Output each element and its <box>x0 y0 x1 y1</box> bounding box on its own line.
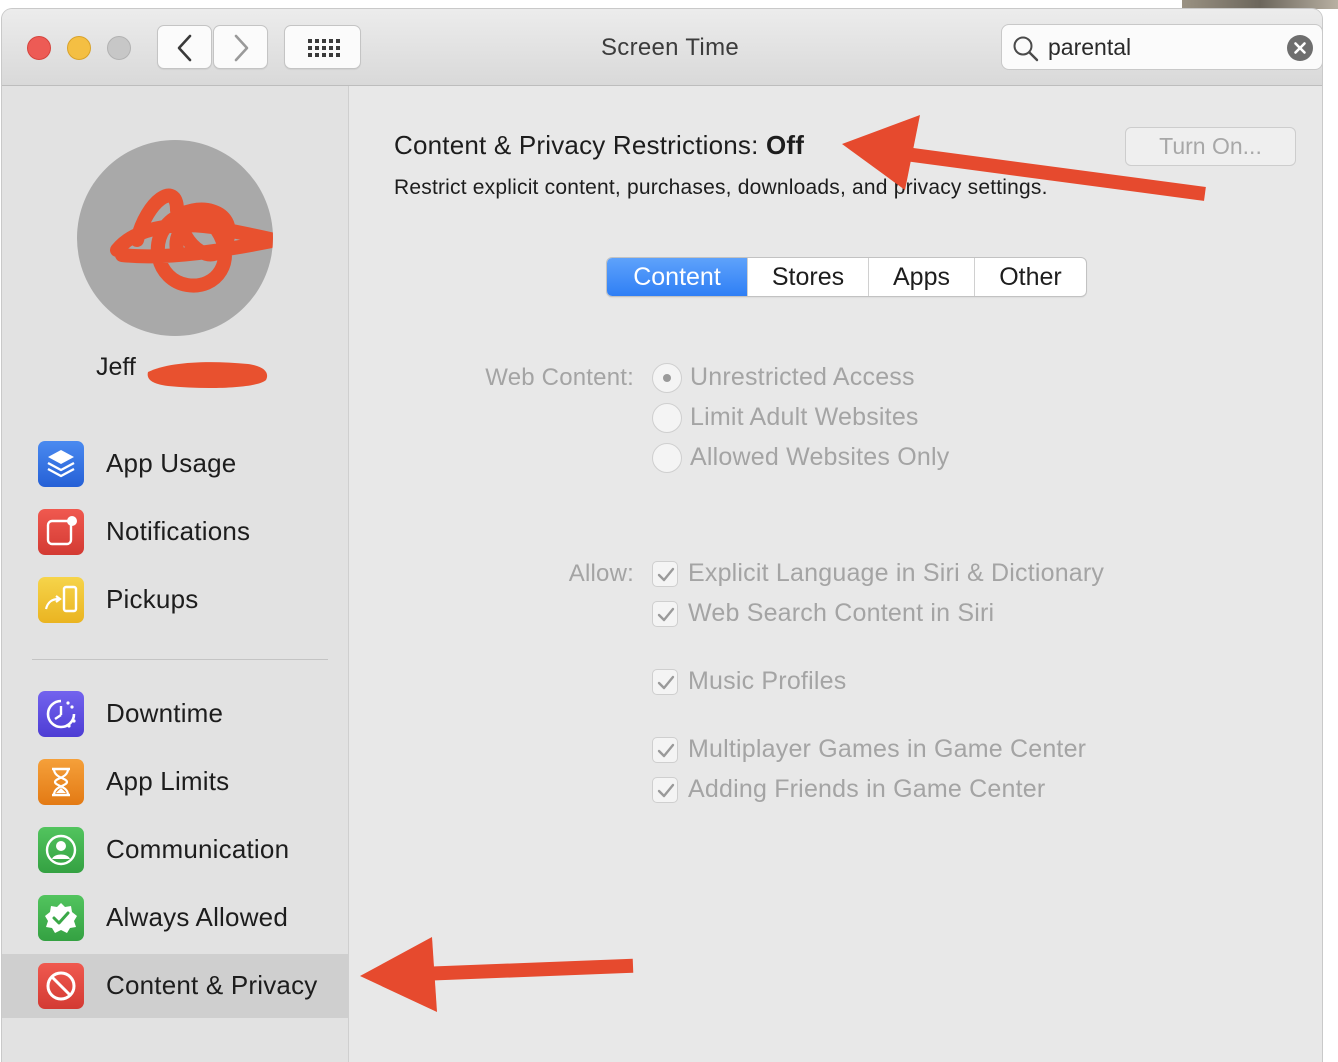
background-photo-corner <box>1182 0 1338 9</box>
avatar[interactable] <box>77 140 273 336</box>
radio-label: Allowed Websites Only <box>690 443 950 471</box>
sidebar-item-label: App Limits <box>106 766 230 796</box>
tab-apps[interactable]: Apps <box>868 258 974 296</box>
content-tabs: Content Stores Apps Other <box>606 257 1087 297</box>
search-icon <box>1013 36 1039 62</box>
sidebar-item-content-privacy[interactable]: Content & Privacy <box>2 954 348 1018</box>
sidebar: Jeff App Usage Notifications Pickups Dow… <box>2 86 349 1062</box>
checkbox-label: Music Profiles <box>688 667 847 695</box>
checkbox-label: Explicit Language in Siri & Dictionary <box>688 559 1105 587</box>
person-circle-icon <box>38 827 84 873</box>
pickup-phone-icon <box>38 577 84 623</box>
restrictions-description: Restrict explicit content, purchases, do… <box>394 176 1048 199</box>
hourglass-icon <box>38 759 84 805</box>
radio-label: Limit Adult Websites <box>690 403 919 431</box>
user-name: Jeff <box>96 353 136 381</box>
checkbox-label: Web Search Content in Siri <box>688 599 995 627</box>
web-content-label: Web Content: <box>485 364 634 391</box>
restrictions-heading-label: Content & Privacy Restrictions: <box>394 130 766 160</box>
checkbox[interactable] <box>652 561 678 587</box>
sidebar-divider <box>32 659 328 660</box>
tab-other[interactable]: Other <box>974 258 1086 296</box>
sidebar-item-label: App Usage <box>106 448 237 478</box>
restrictions-status: Off <box>765 130 805 160</box>
sidebar-item-label: Pickups <box>106 584 199 614</box>
tab-content[interactable]: Content <box>607 258 747 296</box>
sidebar-item-always-allowed[interactable]: Always Allowed <box>2 886 348 950</box>
search-input[interactable]: parental <box>1048 34 1131 61</box>
clear-search-icon[interactable] <box>1287 35 1313 61</box>
redaction-mark-icon <box>147 362 268 388</box>
tab-stores[interactable]: Stores <box>747 258 868 296</box>
sidebar-item-communication[interactable]: Communication <box>2 818 348 882</box>
redaction-scribble-icon <box>110 188 273 293</box>
checkbox[interactable] <box>652 777 678 803</box>
sidebar-item-notifications[interactable]: Notifications <box>2 500 348 564</box>
restrictions-heading: Content & Privacy Restrictions: Off <box>394 130 804 161</box>
no-entry-icon <box>38 963 84 1009</box>
checkbox[interactable] <box>652 669 678 695</box>
stack-icon <box>38 441 84 487</box>
system-preferences-window: Screen Time parental Jeff App Usage Noti… <box>2 9 1322 1062</box>
checkmark-icon <box>657 567 675 582</box>
title-bar: Screen Time parental <box>2 9 1322 86</box>
radio-button[interactable] <box>652 363 682 393</box>
checkmark-icon <box>657 743 675 758</box>
sidebar-item-label: Notifications <box>106 516 251 546</box>
search-field[interactable]: parental <box>1001 24 1322 70</box>
notification-badge-icon <box>38 509 84 555</box>
checkbox[interactable] <box>652 737 678 763</box>
checkmark-seal-icon <box>38 895 84 941</box>
sidebar-item-app-limits[interactable]: App Limits <box>2 750 348 814</box>
checkbox-label: Multiplayer Games in Game Center <box>688 735 1087 763</box>
sidebar-item-label: Always Allowed <box>106 902 288 932</box>
checkbox[interactable] <box>652 601 678 627</box>
radio-label: Unrestricted Access <box>690 363 915 391</box>
checkmark-icon <box>657 783 675 798</box>
sidebar-item-downtime[interactable]: Downtime <box>2 682 348 746</box>
checkmark-icon <box>657 675 675 690</box>
turn-on-button[interactable]: Turn On... <box>1125 127 1296 166</box>
allow-label: Allow: <box>568 560 634 587</box>
content-privacy-pane: Content & Privacy Restrictions: Off Rest… <box>349 86 1322 1062</box>
sidebar-item-label: Content & Privacy <box>106 970 318 1000</box>
sidebar-item-label: Downtime <box>106 698 224 728</box>
checkmark-icon <box>657 607 675 622</box>
checkbox-label: Adding Friends in Game Center <box>688 775 1046 803</box>
radio-button[interactable] <box>652 403 682 433</box>
sidebar-item-app-usage[interactable]: App Usage <box>2 432 348 496</box>
sidebar-item-label: Communication <box>106 834 290 864</box>
sidebar-item-pickups[interactable]: Pickups <box>2 568 348 632</box>
downtime-clock-icon <box>38 691 84 737</box>
radio-button[interactable] <box>652 443 682 473</box>
